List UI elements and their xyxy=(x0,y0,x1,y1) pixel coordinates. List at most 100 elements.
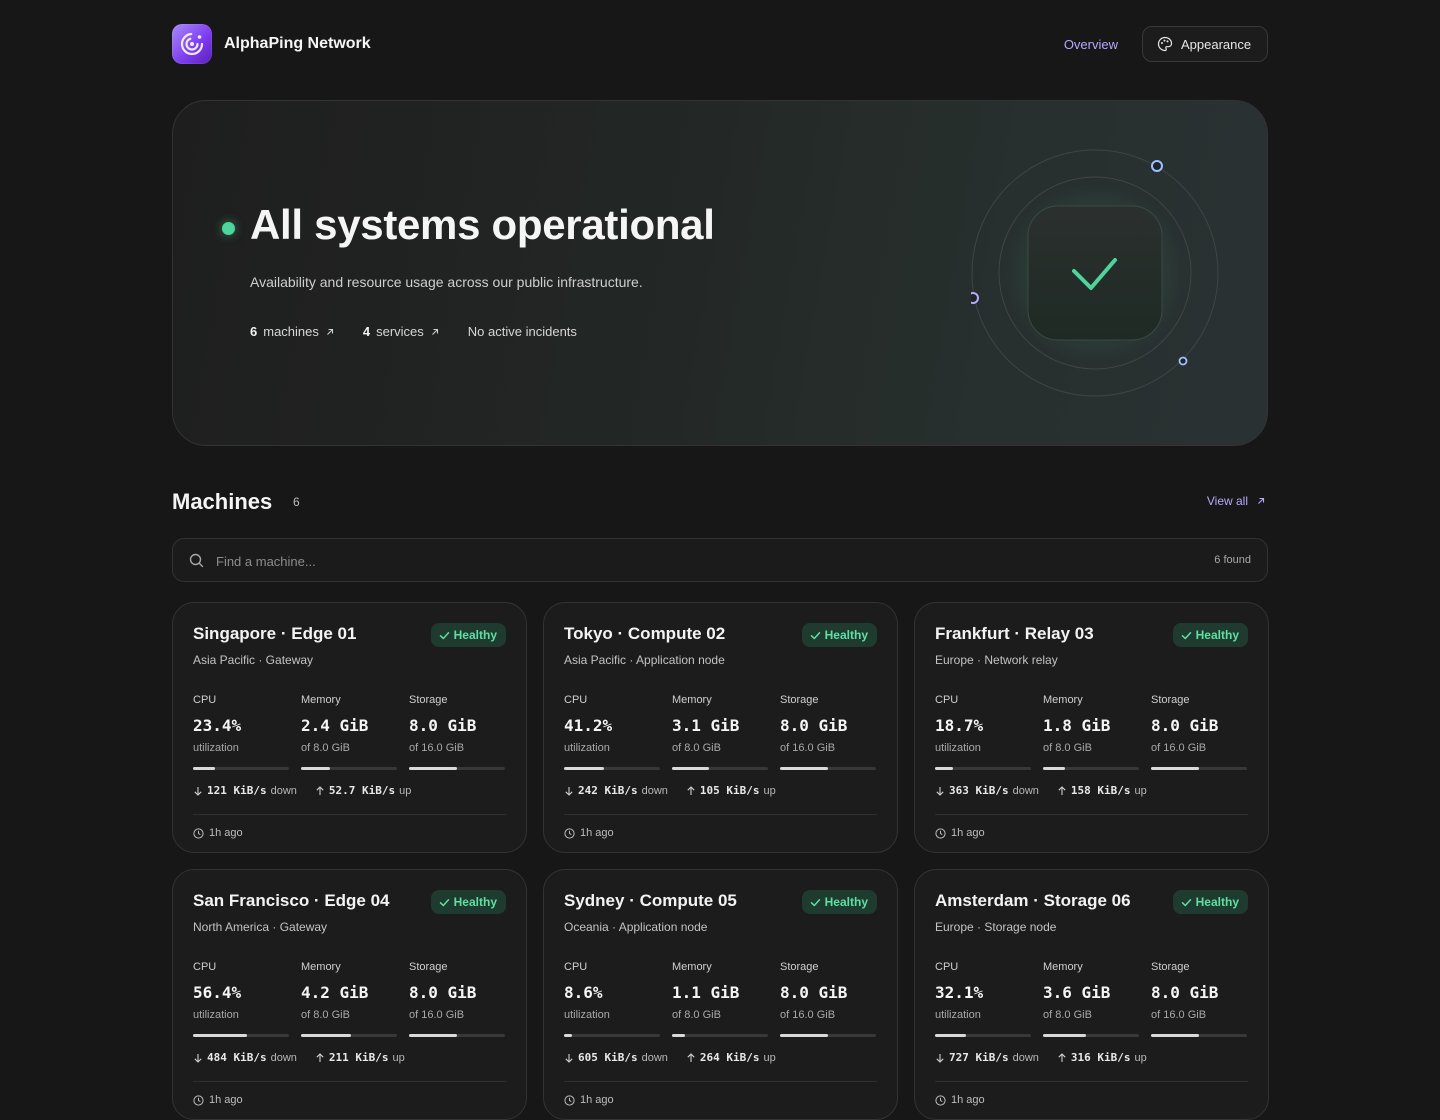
arrow-up-icon xyxy=(316,1052,324,1062)
status-subtitle: Availability and resource usage across o… xyxy=(250,274,643,290)
machine-location: Asia Pacific · Application node xyxy=(564,653,725,667)
search-results-count: 6 found xyxy=(1214,554,1251,566)
arrow-down-icon xyxy=(565,1053,573,1063)
network-throughput: 242 KiB/s down 105 KiB/s up xyxy=(564,784,776,797)
appearance-button[interactable]: Appearance xyxy=(1142,26,1268,62)
last-updated: 1h ago xyxy=(193,827,243,839)
storage-value: 8.0 GiB xyxy=(780,716,848,735)
cpu-label: CPU xyxy=(193,961,217,973)
cpu-value: 8.6% xyxy=(564,983,603,1002)
storage-total: of 16.0 GiB xyxy=(409,742,465,754)
memory-metric: Memory 3.1 GiB of 8.0 GiB xyxy=(672,694,768,770)
download-rate: 484 KiB/s down xyxy=(193,1051,297,1064)
arrow-up-right-icon xyxy=(431,328,438,335)
storage-bar xyxy=(1151,1034,1247,1037)
machine-location: North America · Gateway xyxy=(193,920,328,934)
storage-metric: Storage 8.0 GiB of 16.0 GiB xyxy=(409,961,505,1037)
memory-label: Memory xyxy=(1043,961,1083,973)
cpu-metric: CPU 8.6% utilization xyxy=(564,961,660,1037)
storage-value: 8.0 GiB xyxy=(1151,716,1219,735)
upload-value: 316 KiB/s xyxy=(1070,1051,1131,1064)
upload-rate: 158 KiB/s up xyxy=(1057,784,1147,797)
cpu-metric: CPU 56.4% utilization xyxy=(193,961,289,1037)
storage-total: of 16.0 GiB xyxy=(780,1009,836,1021)
services-stat-link[interactable]: 4 services xyxy=(363,324,440,339)
arrow-up-icon xyxy=(316,785,324,795)
storage-total: of 16.0 GiB xyxy=(1151,742,1207,754)
storage-bar-fill xyxy=(780,767,828,770)
download-label: down xyxy=(270,784,297,797)
brand-name[interactable]: AlphaPing Network xyxy=(224,35,371,53)
check-icon xyxy=(1181,631,1191,639)
machine-card[interactable]: Amsterdam · Storage 06 Europe · Storage … xyxy=(914,869,1269,1120)
clock-icon xyxy=(564,1094,575,1106)
storage-metric: Storage 8.0 GiB of 16.0 GiB xyxy=(1151,961,1247,1037)
arrow-up-right-icon xyxy=(1258,497,1265,504)
status-badge: Healthy xyxy=(430,890,506,914)
download-rate: 121 KiB/s down xyxy=(193,784,297,797)
memory-bar-fill xyxy=(301,767,330,770)
machine-card[interactable]: Frankfurt · Relay 03 Europe · Network re… xyxy=(914,602,1269,853)
cpu-value: 32.1% xyxy=(935,983,984,1002)
clock-icon xyxy=(935,827,946,839)
memory-label: Memory xyxy=(1043,694,1083,706)
storage-total: of 16.0 GiB xyxy=(780,742,836,754)
memory-value: 4.2 GiB xyxy=(301,983,369,1002)
last-updated-value: 1h ago xyxy=(951,1094,985,1106)
cpu-metric: CPU 41.2% utilization xyxy=(564,694,660,770)
upload-label: up xyxy=(763,1051,776,1064)
upload-label: up xyxy=(1134,1051,1147,1064)
memory-total: of 8.0 GiB xyxy=(301,1009,350,1021)
status-badge-label: Healthy xyxy=(1195,628,1239,642)
status-badge-label: Healthy xyxy=(1195,895,1239,909)
machine-card[interactable]: Tokyo · Compute 02 Asia Pacific · Applic… xyxy=(543,602,898,853)
memory-bar-fill xyxy=(672,767,710,770)
search-input[interactable] xyxy=(216,549,1116,573)
download-label: down xyxy=(1012,784,1039,797)
machine-card[interactable]: San Francisco · Edge 04 North America · … xyxy=(172,869,527,1120)
check-icon xyxy=(1181,898,1191,906)
check-icon xyxy=(439,898,449,906)
arrow-down-icon xyxy=(936,786,944,796)
storage-total: of 16.0 GiB xyxy=(1151,1009,1207,1021)
machine-name: Sydney · Compute 05 xyxy=(564,891,737,910)
check-icon xyxy=(439,631,449,639)
memory-total: of 8.0 GiB xyxy=(672,742,721,754)
download-label: down xyxy=(270,1051,297,1064)
machine-card[interactable]: Sydney · Compute 05 Oceania · Applicatio… xyxy=(543,869,898,1120)
storage-bar xyxy=(409,1034,505,1037)
cpu-label: CPU xyxy=(564,694,588,706)
cpu-sub: utilization xyxy=(564,742,610,754)
download-value: 484 KiB/s xyxy=(207,1051,267,1064)
machines-stat-link[interactable]: 6 machines xyxy=(250,324,335,339)
download-value: 242 KiB/s xyxy=(578,784,638,797)
cpu-bar xyxy=(935,767,1031,770)
last-updated: 1h ago xyxy=(935,827,985,839)
clock-icon xyxy=(564,827,575,839)
machine-name: San Francisco · Edge 04 xyxy=(193,891,390,910)
machine-metrics: CPU 32.1% utilization Memory 3.6 GiB of … xyxy=(935,961,1248,1037)
upload-label: up xyxy=(399,784,412,797)
memory-metric: Memory 2.4 GiB of 8.0 GiB xyxy=(301,694,397,770)
cpu-sub: utilization xyxy=(193,742,239,754)
cpu-bar xyxy=(193,767,289,770)
view-all-link[interactable]: View all xyxy=(1207,494,1266,508)
card-divider xyxy=(193,814,506,815)
download-value: 605 KiB/s xyxy=(578,1051,638,1064)
clock-icon xyxy=(935,1094,946,1106)
brand-logo-icon[interactable] xyxy=(172,24,212,64)
cpu-metric: CPU 32.1% utilization xyxy=(935,961,1031,1037)
cpu-sub: utilization xyxy=(193,1009,239,1021)
incidents-stat: No active incidents xyxy=(467,324,577,339)
upload-label: up xyxy=(1134,784,1147,797)
status-badge-label: Healthy xyxy=(824,628,868,642)
machine-card[interactable]: Singapore · Edge 01 Asia Pacific · Gatew… xyxy=(172,602,527,853)
memory-bar xyxy=(672,767,768,770)
upload-label: up xyxy=(763,784,776,797)
storage-label: Storage xyxy=(1151,961,1190,973)
cpu-metric: CPU 18.7% utilization xyxy=(935,694,1031,770)
memory-metric: Memory 3.6 GiB of 8.0 GiB xyxy=(1043,961,1139,1037)
nav-overview-link[interactable]: Overview xyxy=(1064,37,1118,52)
status-badge: Healthy xyxy=(430,623,506,647)
upload-rate: 105 KiB/s up xyxy=(686,784,776,797)
